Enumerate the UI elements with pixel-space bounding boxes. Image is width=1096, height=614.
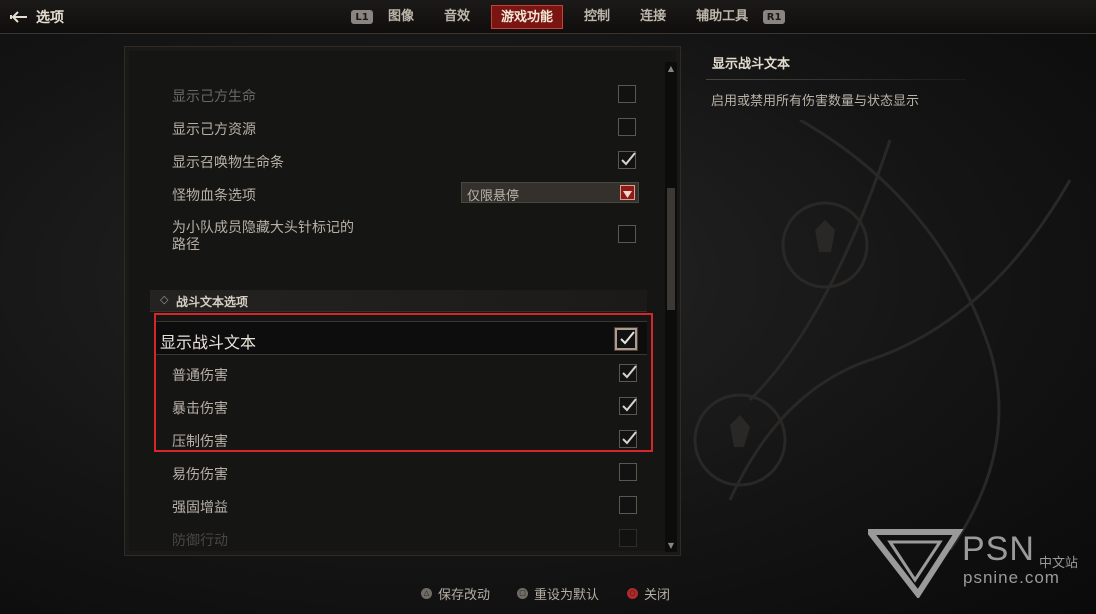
tab-controls[interactable]: 控制 [575,5,619,29]
tab-audio[interactable]: 音效 [435,5,479,29]
setting-defensive-action[interactable]: 防御行动 [136,521,656,554]
background-emblem [693,120,1072,550]
setting-show-summon-health[interactable]: 显示召唤物生命条 [136,143,656,176]
setting-label: 显示召唤物生命条 [172,155,284,171]
setting-show-own-resource[interactable]: 显示己方资源 [136,110,656,143]
setting-label: 防御行动 [172,533,228,549]
top-bar: 选项 L1 图像 音效 游戏功能 控制 连接 辅助工具 R1 [0,0,1096,34]
tab-bar: L1 图像 音效 游戏功能 控制 连接 辅助工具 R1 [351,5,786,29]
square-button-icon: □ [517,587,528,599]
scrollbar-thumb[interactable] [667,188,675,310]
info-description: 启用或禁用所有伤害数量与状态显示 [711,94,920,109]
setting-hide-party-pin-path[interactable]: 为小队成员隐藏大头针标记的 路径 [136,209,656,259]
combat-text-section-header: ◇ 战斗文本选项 [150,290,647,312]
setting-show-own-health[interactable]: 显示己方生命 [136,77,656,110]
back-button[interactable]: 选项 [10,7,64,27]
info-divider [706,79,966,80]
highlight-box [154,313,653,452]
tab-accessibility[interactable]: 辅助工具 [687,5,757,29]
save-label: 保存改动 [438,587,491,603]
checkbox-checked[interactable] [618,151,636,169]
close-label: 关闭 [644,587,671,603]
checkbox[interactable] [618,85,636,103]
checkbox[interactable] [618,118,636,136]
section-diamond-icon: ◇ [160,293,169,306]
setting-vulnerable-damage[interactable]: 易伤伤害 [136,455,656,488]
setting-label: 怪物血条选项 [172,188,256,204]
select-value: 仅限悬停 [467,189,520,204]
monster-healthbar-select[interactable]: 仅限悬停 [461,182,639,204]
checkbox[interactable] [619,529,637,547]
checkmark-icon [621,152,636,166]
close-button[interactable]: ○ 关闭 [627,584,671,603]
reset-button[interactable]: □ 重设为默认 [517,584,600,603]
scroll-up-icon[interactable]: ▲ [665,63,677,75]
checkbox[interactable] [619,463,637,481]
checkbox[interactable] [618,225,636,243]
setting-label: 显示己方资源 [172,122,256,138]
setting-label: 强固增益 [172,500,228,516]
tab-graphics[interactable]: 图像 [379,5,423,29]
checkbox[interactable] [619,496,637,514]
dropdown-arrow-icon [620,185,635,200]
info-title: 显示战斗文本 [712,57,791,72]
setting-label: 易伤伤害 [172,467,228,483]
reset-label: 重设为默认 [534,587,600,603]
triangle-button-icon: △ [421,587,432,599]
circle-button-icon: ○ [627,587,638,599]
watermark-brand: PSN [962,530,1035,568]
scroll-down-icon[interactable]: ▼ [665,540,677,552]
back-arrow-icon [10,11,27,23]
setting-fortify-buff[interactable]: 强固增益 [136,488,656,521]
setting-label-line2: 路径 [172,237,200,253]
tab-gameplay[interactable]: 游戏功能 [491,5,564,29]
l1-button-icon[interactable]: L1 [351,10,373,24]
back-label: 选项 [36,10,64,26]
r1-button-icon[interactable]: R1 [763,10,786,24]
save-button[interactable]: △ 保存改动 [421,584,491,603]
setting-label: 显示己方生命 [172,89,256,105]
section-title: 战斗文本选项 [176,295,249,309]
tab-connection[interactable]: 连接 [631,5,675,29]
